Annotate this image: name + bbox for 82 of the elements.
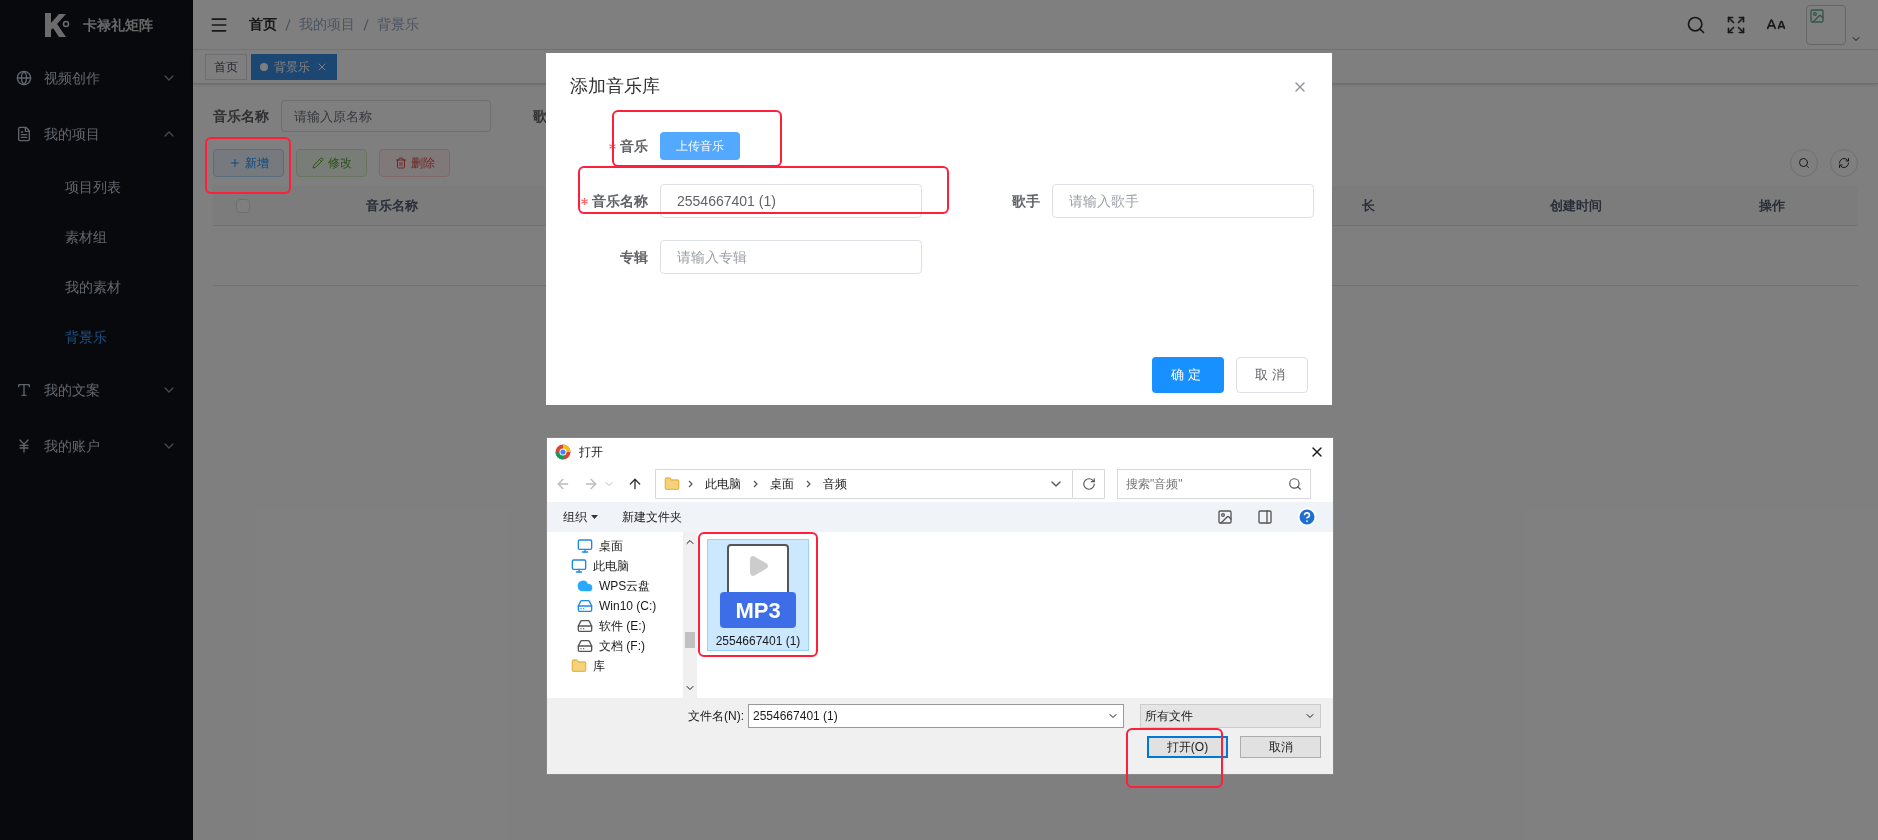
breadcrumb-item[interactable]: 首页: [249, 14, 277, 35]
column-header: 操作: [1758, 196, 1786, 215]
input-field[interactable]: 请输入专辑: [660, 240, 922, 274]
filename-label: 文件名(N):: [688, 708, 744, 725]
avatar[interactable]: [1806, 4, 1846, 45]
form-label: 专辑: [620, 247, 648, 267]
refresh-icon: [1081, 477, 1096, 491]
help-icon[interactable]: [1297, 507, 1317, 527]
menu-item[interactable]: 我的项目: [0, 106, 193, 162]
dialog-button[interactable]: 取消: [1236, 357, 1308, 393]
tree-item[interactable]: 桌面: [547, 536, 683, 556]
tree-item[interactable]: 文档 (F:): [547, 636, 683, 656]
tree-item[interactable]: 库: [547, 656, 683, 676]
scrollbar[interactable]: [683, 532, 697, 698]
drive-icon: [577, 638, 593, 654]
pencil-icon: [311, 157, 324, 169]
computer-icon: [571, 558, 587, 574]
search-label: 歌: [533, 106, 547, 126]
breadcrumb-separator-icon: [363, 18, 369, 31]
file-item[interactable]: MP3 2554667401 (1): [707, 539, 809, 651]
breadcrumb-separator-icon: [285, 18, 291, 31]
chevron-icon: [688, 480, 693, 488]
tree-item[interactable]: WPS云盘: [547, 576, 683, 596]
menu-item[interactable]: 我的文案: [0, 362, 193, 418]
search-icon: [1288, 477, 1302, 491]
browser-icon: [555, 444, 571, 460]
broken-image-icon: [1809, 7, 1825, 24]
form-label: 音乐: [620, 136, 648, 156]
caret-icon: [591, 515, 598, 519]
search-icon[interactable]: [1686, 14, 1706, 35]
tree-item[interactable]: Win10 (C:): [547, 596, 683, 616]
path-segment[interactable]: 桌面: [766, 475, 798, 493]
submenu-item[interactable]: 素材组: [0, 212, 193, 262]
view-icon[interactable]: [1217, 509, 1233, 525]
column-header: 长: [1362, 196, 1376, 215]
input-field[interactable]: 请输入歌手: [1052, 184, 1314, 218]
search-icon: [1798, 157, 1810, 169]
desktop-icon: [577, 538, 593, 554]
trash-icon: [394, 157, 407, 169]
input-field[interactable]: 2554667401 (1): [660, 184, 922, 218]
organize-button[interactable]: 组织: [563, 508, 598, 526]
drive-icon: [577, 598, 593, 614]
up-icon[interactable]: [627, 476, 643, 492]
forward-icon[interactable]: [583, 476, 599, 492]
input-field[interactable]: 请输入原名称: [281, 100, 491, 132]
menu-item[interactable]: 我的账户: [0, 418, 193, 474]
file-type-dropdown[interactable]: 所有文件: [1140, 704, 1321, 728]
dialog-button[interactable]: 取消: [1240, 736, 1321, 758]
back-icon[interactable]: [555, 476, 571, 492]
fullscreen-icon[interactable]: [1726, 14, 1746, 35]
page-tab[interactable]: 首页: [205, 53, 247, 80]
tree-item[interactable]: 软件 (E:): [547, 616, 683, 636]
search-field[interactable]: 搜索"音频": [1117, 469, 1311, 499]
logo-text: 卡禄礼矩阵: [82, 15, 153, 35]
submenu-item[interactable]: 项目列表: [0, 162, 193, 212]
folder-icon: [571, 658, 587, 674]
chevron-icon: [806, 480, 811, 488]
path-segment[interactable]: 此电脑: [701, 475, 745, 493]
menu-item[interactable]: 视频创作: [0, 50, 193, 106]
address-bar[interactable]: 此电脑 桌面 音频: [655, 469, 1105, 499]
search-label: 音乐名称: [213, 106, 269, 126]
dialog-button[interactable]: 打开(O): [1147, 736, 1228, 758]
dialog-title: 打开: [579, 444, 604, 461]
column-header: 音乐名称: [364, 196, 419, 215]
form-label: 音乐名称: [592, 191, 648, 211]
preview-pane-icon[interactable]: [1257, 509, 1273, 525]
tree-item[interactable]: 此电脑: [547, 556, 683, 576]
file-name: 2554667401 (1): [715, 633, 801, 650]
form-label: 歌手: [1012, 191, 1040, 211]
dialog-title: 添加音乐库: [570, 75, 660, 98]
submenu-item[interactable]: 我的素材: [0, 262, 193, 312]
filename-field[interactable]: 2554667401 (1): [748, 704, 1124, 728]
plus-icon: [228, 157, 241, 169]
chevron-icon: [753, 480, 758, 488]
new-folder-button[interactable]: 新建文件夹: [622, 508, 682, 526]
folder-icon: [664, 476, 680, 492]
refresh-icon: [1838, 157, 1850, 169]
cloud-icon: [577, 578, 593, 594]
path-segment[interactable]: 音频: [819, 475, 851, 493]
scroll-thumb[interactable]: [685, 632, 695, 648]
column-header: 创建时间: [1549, 196, 1603, 215]
drive-icon: [577, 618, 593, 634]
